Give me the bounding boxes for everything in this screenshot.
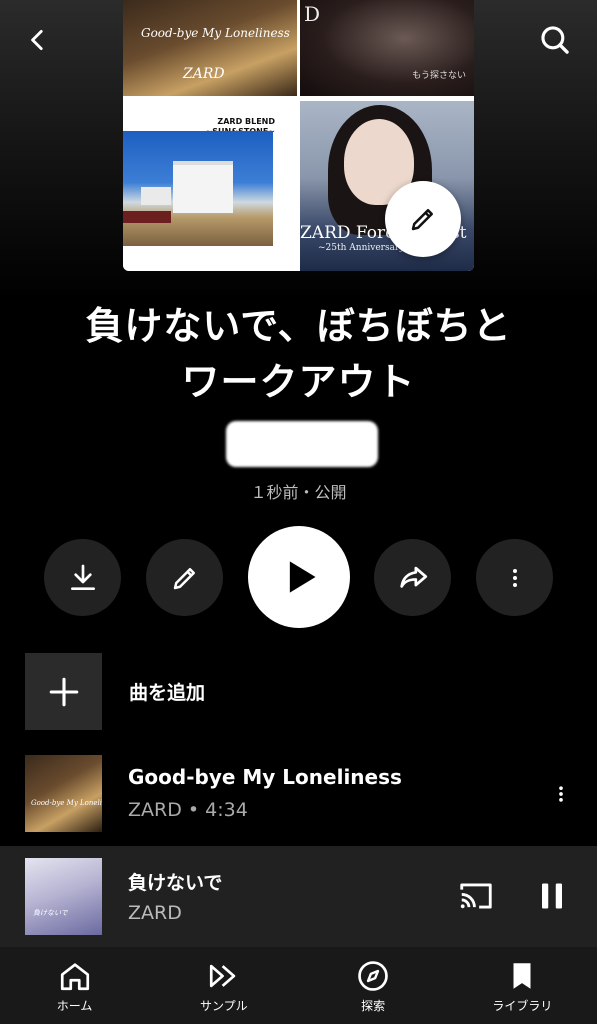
owner-name-redacted xyxy=(226,421,378,467)
back-button[interactable] xyxy=(16,18,60,62)
cast-icon xyxy=(460,883,492,909)
compass-icon xyxy=(358,961,388,991)
edit-playlist-button[interactable] xyxy=(146,539,223,616)
house-shape xyxy=(173,161,233,213)
play-button[interactable] xyxy=(248,526,350,628)
cover-blend-title-text: ZARD BLEND xyxy=(217,117,275,126)
pause-icon xyxy=(542,883,562,909)
add-song-tile xyxy=(25,653,102,730)
track-thumbnail-text: Good-bye My Loneliness xyxy=(31,799,102,807)
search-button[interactable] xyxy=(533,18,577,62)
nav-library-label: ライブラリ xyxy=(492,999,553,1013)
cover-zard-blend: ZARD BLEND ~SUN&STONE~ xyxy=(123,101,297,271)
cover-good-bye: Good-bye My Loneliness ZARD xyxy=(123,0,297,96)
cover-artist: ZARD xyxy=(183,66,225,82)
nav-explore[interactable]: 探索 xyxy=(299,947,448,1024)
home-icon xyxy=(60,963,89,991)
pencil-icon xyxy=(411,209,433,231)
edit-cover-button[interactable] xyxy=(385,181,461,257)
cast-button[interactable] xyxy=(454,878,498,914)
nav-home-label: ホーム xyxy=(56,999,93,1013)
play-icon xyxy=(289,561,316,593)
playlist-title-line2: ワークアウト xyxy=(181,360,416,404)
playlist-screen: Good-bye My Loneliness ZARD D もう探さない ZAR… xyxy=(0,0,597,1024)
more-vertical-icon xyxy=(559,786,563,802)
nav-home[interactable]: ホーム xyxy=(0,947,149,1024)
now-playing-thumbnail: 負けないで xyxy=(25,858,102,935)
now-playing-artist: ZARD xyxy=(128,902,182,924)
add-song-label: 曲を追加 xyxy=(129,682,206,704)
track-more-button[interactable] xyxy=(547,779,575,809)
share-button[interactable] xyxy=(374,539,451,616)
share-icon xyxy=(399,566,427,588)
playlist-title: 負けないで、ぼちぼちと ワークアウト xyxy=(0,298,597,410)
bottom-nav: ホーム サンプル 探索 ライブラリ xyxy=(0,947,597,1024)
bench-shape xyxy=(123,211,171,223)
playlist-meta: １秒前・公開 xyxy=(250,483,347,502)
cover-title: Good-bye My Loneliness xyxy=(141,26,290,40)
download-button[interactable] xyxy=(44,539,121,616)
nav-samples-label: サンプル xyxy=(200,999,248,1013)
download-icon xyxy=(70,564,95,590)
now-playing-thumbnail-text: 負けないで xyxy=(33,909,68,917)
more-options-button[interactable] xyxy=(476,539,553,616)
plus-icon xyxy=(49,677,78,706)
cover-side-text: もう探さない xyxy=(412,71,466,81)
track-thumbnail: Good-bye My Loneliness xyxy=(25,755,102,832)
cover-mou-sagasanai: D もう探さない xyxy=(300,0,474,96)
track-title: Good-bye My Loneliness xyxy=(128,765,402,789)
playlist-title-line1: 負けないで、ぼちぼちと xyxy=(85,304,512,348)
house-shape xyxy=(141,187,171,205)
pause-button[interactable] xyxy=(532,878,572,914)
samples-icon xyxy=(209,964,236,988)
nav-explore-label: 探索 xyxy=(361,999,386,1013)
search-icon xyxy=(541,26,569,54)
nav-library[interactable]: ライブラリ xyxy=(448,947,597,1024)
now-playing-title: 負けないで xyxy=(128,872,223,894)
more-vertical-icon xyxy=(512,568,517,587)
mini-player[interactable]: 負けないで 負けないで ZARD xyxy=(0,846,597,947)
cover-photo xyxy=(123,131,273,246)
cover-letter: D xyxy=(304,2,321,26)
nav-samples[interactable]: サンプル xyxy=(149,947,298,1024)
library-bookmark-icon xyxy=(513,963,531,989)
track-row[interactable]: Good-bye My Loneliness Good-bye My Lonel… xyxy=(25,755,585,832)
add-song-row[interactable]: 曲を追加 xyxy=(25,653,575,730)
pencil-icon xyxy=(173,567,195,589)
chevron-left-icon xyxy=(31,29,43,51)
track-subtitle: ZARD • 4:34 xyxy=(128,799,248,821)
